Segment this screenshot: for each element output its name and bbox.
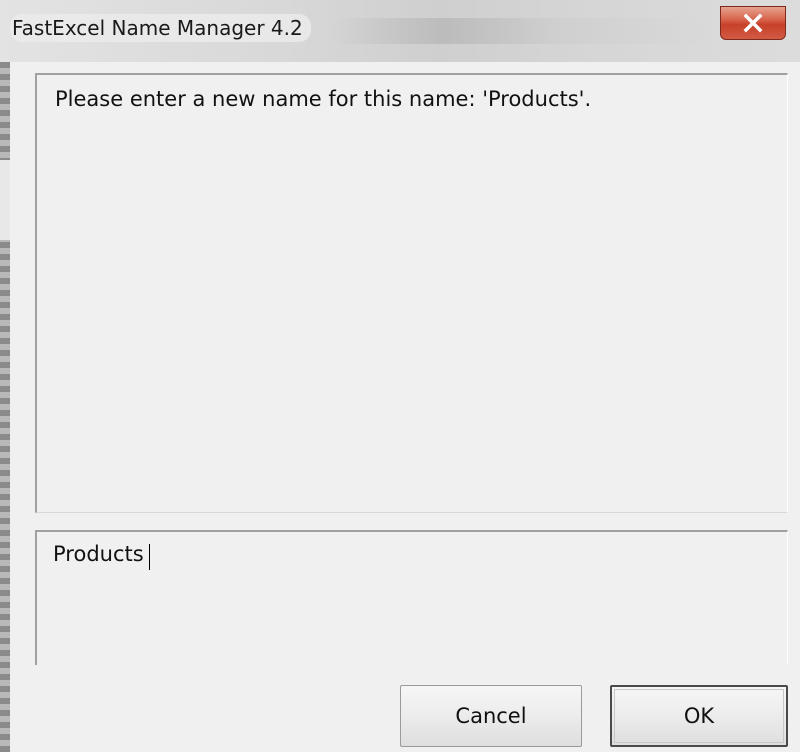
window-title: FastExcel Name Manager 4.2 [10,14,311,42]
prompt-message: Please enter a new name for this name: '… [55,87,592,111]
title-bar[interactable]: FastExcel Name Manager 4.2 [0,0,800,62]
ok-button[interactable]: OK [610,685,788,747]
ok-button-label: OK [683,704,715,728]
close-button[interactable] [720,6,786,40]
title-bar-background [330,18,710,44]
cancel-button[interactable]: Cancel [400,685,582,747]
cancel-button-label: Cancel [455,704,527,728]
close-x-icon [743,13,763,33]
new-name-input[interactable] [53,542,753,566]
window-left-edge-highlight [0,160,10,240]
text-caret [149,544,150,570]
message-panel: Please enter a new name for this name: '… [35,73,788,513]
name-input-panel[interactable] [35,530,788,665]
dialog-window: FastExcel Name Manager 4.2 Please enter … [0,0,800,752]
